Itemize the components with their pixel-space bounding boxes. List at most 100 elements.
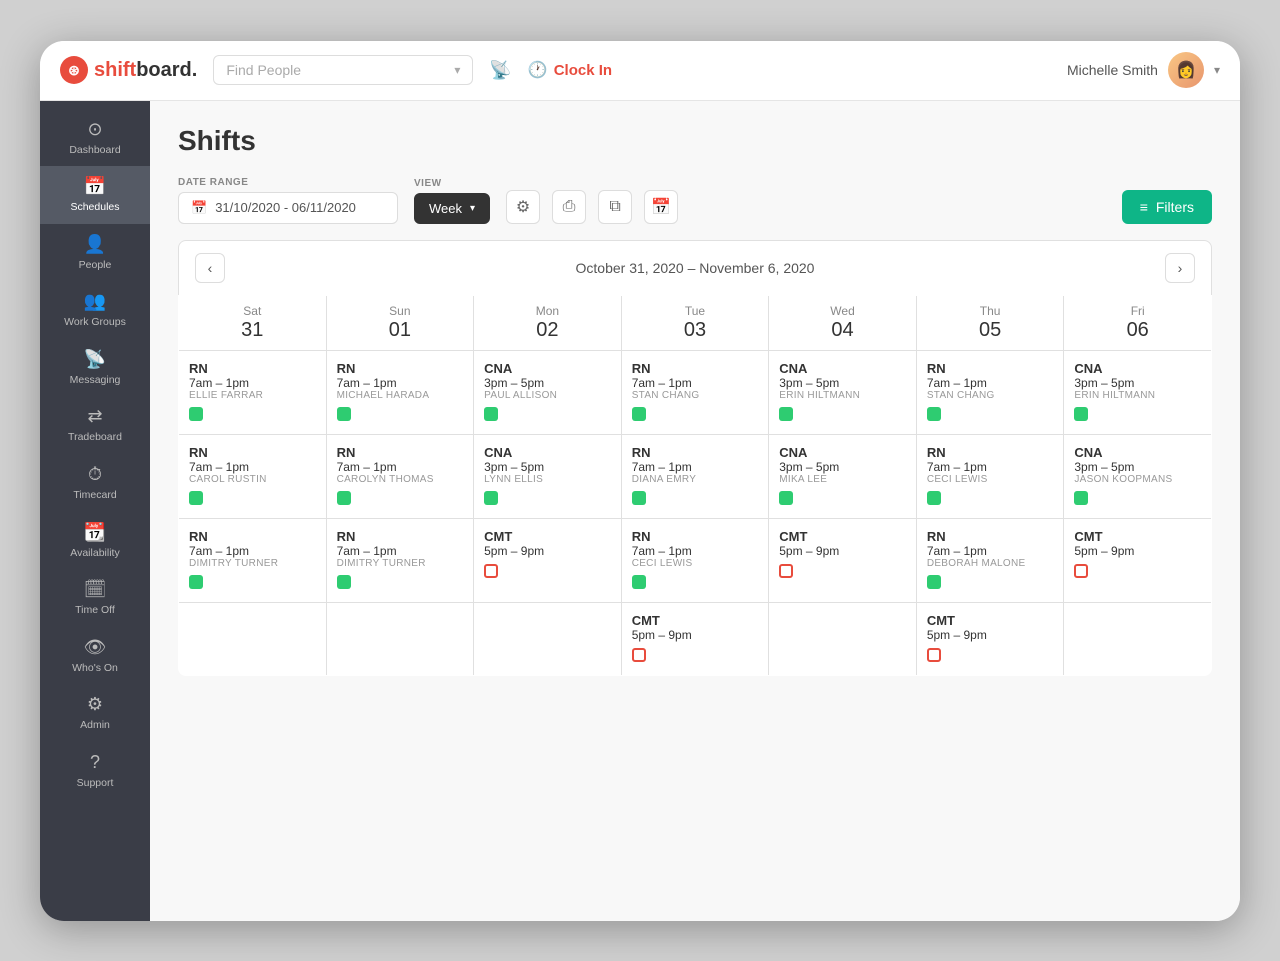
calendar-cell-r3-c6[interactable] [1064, 602, 1212, 675]
main-content: Shifts DATE RANGE 📅 31/10/2020 - 06/11/2… [150, 101, 1240, 921]
shift-name: CAROL RUSTIN [189, 474, 316, 485]
filters-button[interactable]: ≡ Filters [1122, 190, 1212, 224]
dashboard-icon: ⊙ [87, 119, 102, 140]
calendar-cell-r0-c2[interactable]: CNA3pm – 5pmPAUL ALLISON [474, 350, 622, 434]
sidebar-item-support[interactable]: ? Support [40, 742, 150, 800]
shift-time: 5pm – 9pm [484, 544, 611, 558]
calendar-cell-r0-c3[interactable]: RN7am – 1pmSTAN CHANG [621, 350, 769, 434]
view-value: Week [429, 201, 462, 216]
sidebar-item-schedules[interactable]: 📅 Schedules [40, 166, 150, 224]
sidebar-label-timeoff: Time Off [75, 604, 115, 617]
sidebar-item-workgroups[interactable]: 👥 Work Groups [40, 281, 150, 339]
view-group: VIEW Week ▾ [414, 178, 490, 224]
sidebar-item-timeoff[interactable]: 🗓 Time Off [40, 569, 150, 627]
shift-time: 7am – 1pm [337, 544, 464, 558]
shift-name: DIMITRY TURNER [337, 558, 464, 569]
calendar-cell-r1-c3[interactable]: RN7am – 1pmDIANA EMRY [621, 434, 769, 518]
shift-time: 7am – 1pm [927, 544, 1054, 558]
sidebar-item-people[interactable]: 👤 People [40, 224, 150, 282]
calendar-button[interactable]: 📅 [644, 190, 678, 224]
settings-button[interactable]: ⚙ [506, 190, 540, 224]
shift-role: RN [189, 361, 316, 376]
calendar-cell-r0-c6[interactable]: CNA3pm – 5pmERIN HILTMANN [1064, 350, 1212, 434]
calendar-cell-r3-c5[interactable]: CMT5pm – 9pm [916, 602, 1064, 675]
week-title: October 31, 2020 – November 6, 2020 [576, 260, 815, 276]
calendar-cell-r2-c1[interactable]: RN7am – 1pmDIMITRY TURNER [326, 518, 474, 602]
shift-name: STAN CHANG [632, 390, 759, 401]
calendar-cell-r1-c2[interactable]: CNA3pm – 5pmLYNN ELLIS [474, 434, 622, 518]
sidebar-item-whoson[interactable]: 👁 Who's On [40, 627, 150, 685]
calendar-cell-r2-c2[interactable]: CMT5pm – 9pm [474, 518, 622, 602]
calendar-cell-r2-c5[interactable]: RN7am – 1pmDEBORAH MALONE [916, 518, 1064, 602]
date-range-input[interactable]: 📅 31/10/2020 - 06/11/2020 [178, 192, 398, 224]
shift-time: 7am – 1pm [189, 544, 316, 558]
status-indicator [927, 407, 941, 421]
shift-time: 7am – 1pm [632, 460, 759, 474]
shift-role: CNA [779, 361, 906, 376]
calendar-icon: 📅 [191, 200, 207, 216]
status-indicator [337, 575, 351, 589]
copy-button[interactable]: ⎙ [552, 190, 586, 224]
calendar-cell-r1-c1[interactable]: RN7am – 1pmCAROLYN THOMAS [326, 434, 474, 518]
calendar-cell-r2-c3[interactable]: RN7am – 1pmCECI LEWIS [621, 518, 769, 602]
find-people-dropdown[interactable]: Find People ▾ [213, 55, 473, 85]
view-selector[interactable]: Week ▾ [414, 193, 490, 224]
calendar-cell-r2-c0[interactable]: RN7am – 1pmDIMITRY TURNER [179, 518, 327, 602]
sidebar-item-timecard[interactable]: ⏱ Timecard [40, 454, 150, 512]
sidebar: ⊙ Dashboard 📅 Schedules 👤 People 👥 Work … [40, 101, 150, 921]
sidebar-label-messaging: Messaging [70, 374, 121, 387]
shift-name: DIANA EMRY [632, 474, 759, 485]
shift-name: PAUL ALLISON [484, 390, 611, 401]
sidebar-label-schedules: Schedules [70, 201, 119, 214]
calendar-cell-r2-c6[interactable]: CMT5pm – 9pm [1064, 518, 1212, 602]
sidebar-label-timecard: Timecard [73, 489, 116, 502]
find-people-label: Find People [226, 62, 446, 78]
prev-week-button[interactable]: ‹ [195, 253, 225, 283]
calendar-cell-r1-c5[interactable]: RN7am – 1pmCECI LEWIS [916, 434, 1064, 518]
shift-time: 3pm – 5pm [1074, 376, 1201, 390]
duplicate-button[interactable]: ⧉ [598, 190, 632, 224]
calendar-cell-r3-c3[interactable]: CMT5pm – 9pm [621, 602, 769, 675]
calendar-cell-r1-c4[interactable]: CNA3pm – 5pmMIKA LEE [769, 434, 917, 518]
signal-icon[interactable]: 📡 [489, 60, 511, 81]
calendar-cell-r0-c4[interactable]: CNA3pm – 5pmERIN HILTMANN [769, 350, 917, 434]
people-icon: 👤 [84, 234, 106, 255]
sidebar-item-admin[interactable]: ⚙ Admin [40, 684, 150, 742]
shift-name: CECI LEWIS [927, 474, 1054, 485]
date-range-group: DATE RANGE 📅 31/10/2020 - 06/11/2020 [178, 177, 398, 224]
sidebar-item-dashboard[interactable]: ⊙ Dashboard [40, 109, 150, 167]
status-indicator [779, 564, 793, 578]
calendar-cell-r1-c0[interactable]: RN7am – 1pmCAROL RUSTIN [179, 434, 327, 518]
clock-in-button[interactable]: 🕐 Clock In [528, 60, 612, 80]
calendar-cell-r0-c0[interactable]: RN7am – 1pmELLIE FARRAR [179, 350, 327, 434]
shift-role: RN [927, 529, 1054, 544]
calendar-cell-r1-c6[interactable]: CNA3pm – 5pmJASON KOOPMANS [1064, 434, 1212, 518]
sidebar-item-availability[interactable]: 📆 Availability [40, 512, 150, 570]
calendar-cell-r0-c5[interactable]: RN7am – 1pmSTAN CHANG [916, 350, 1064, 434]
shift-role: RN [632, 529, 759, 544]
avatar: 👩 [1168, 52, 1204, 88]
shift-time: 3pm – 5pm [779, 460, 906, 474]
shift-role: RN [632, 361, 759, 376]
sidebar-label-dashboard: Dashboard [69, 144, 120, 157]
chevron-down-icon: ▾ [470, 203, 475, 214]
calendar-cell-r3-c1[interactable] [326, 602, 474, 675]
filter-icon: ≡ [1140, 199, 1148, 215]
calendar-cell-r3-c2[interactable] [474, 602, 622, 675]
calendar-cell-r3-c0[interactable] [179, 602, 327, 675]
sidebar-item-messaging[interactable]: 📡 Messaging [40, 339, 150, 397]
chevron-down-icon: ▾ [1214, 63, 1220, 77]
calendar-cell-r0-c1[interactable]: RN7am – 1pmMICHAEL HARADA [326, 350, 474, 434]
shift-time: 7am – 1pm [337, 460, 464, 474]
next-week-button[interactable]: › [1165, 253, 1195, 283]
calendar-table: Sat 31 Sun 01 Mon 02 Tue [178, 295, 1212, 676]
shift-role: RN [189, 445, 316, 460]
chevron-down-icon: ▾ [454, 63, 460, 77]
sidebar-item-tradeboard[interactable]: ⇄ Tradeboard [40, 396, 150, 454]
status-indicator [484, 564, 498, 578]
calendar-cell-r2-c4[interactable]: CMT5pm – 9pm [769, 518, 917, 602]
date-range-value: 31/10/2020 - 06/11/2020 [215, 200, 356, 215]
calendar-cell-r3-c4[interactable] [769, 602, 917, 675]
user-menu[interactable]: Michelle Smith 👩 ▾ [1067, 52, 1220, 88]
sidebar-label-availability: Availability [70, 547, 119, 560]
